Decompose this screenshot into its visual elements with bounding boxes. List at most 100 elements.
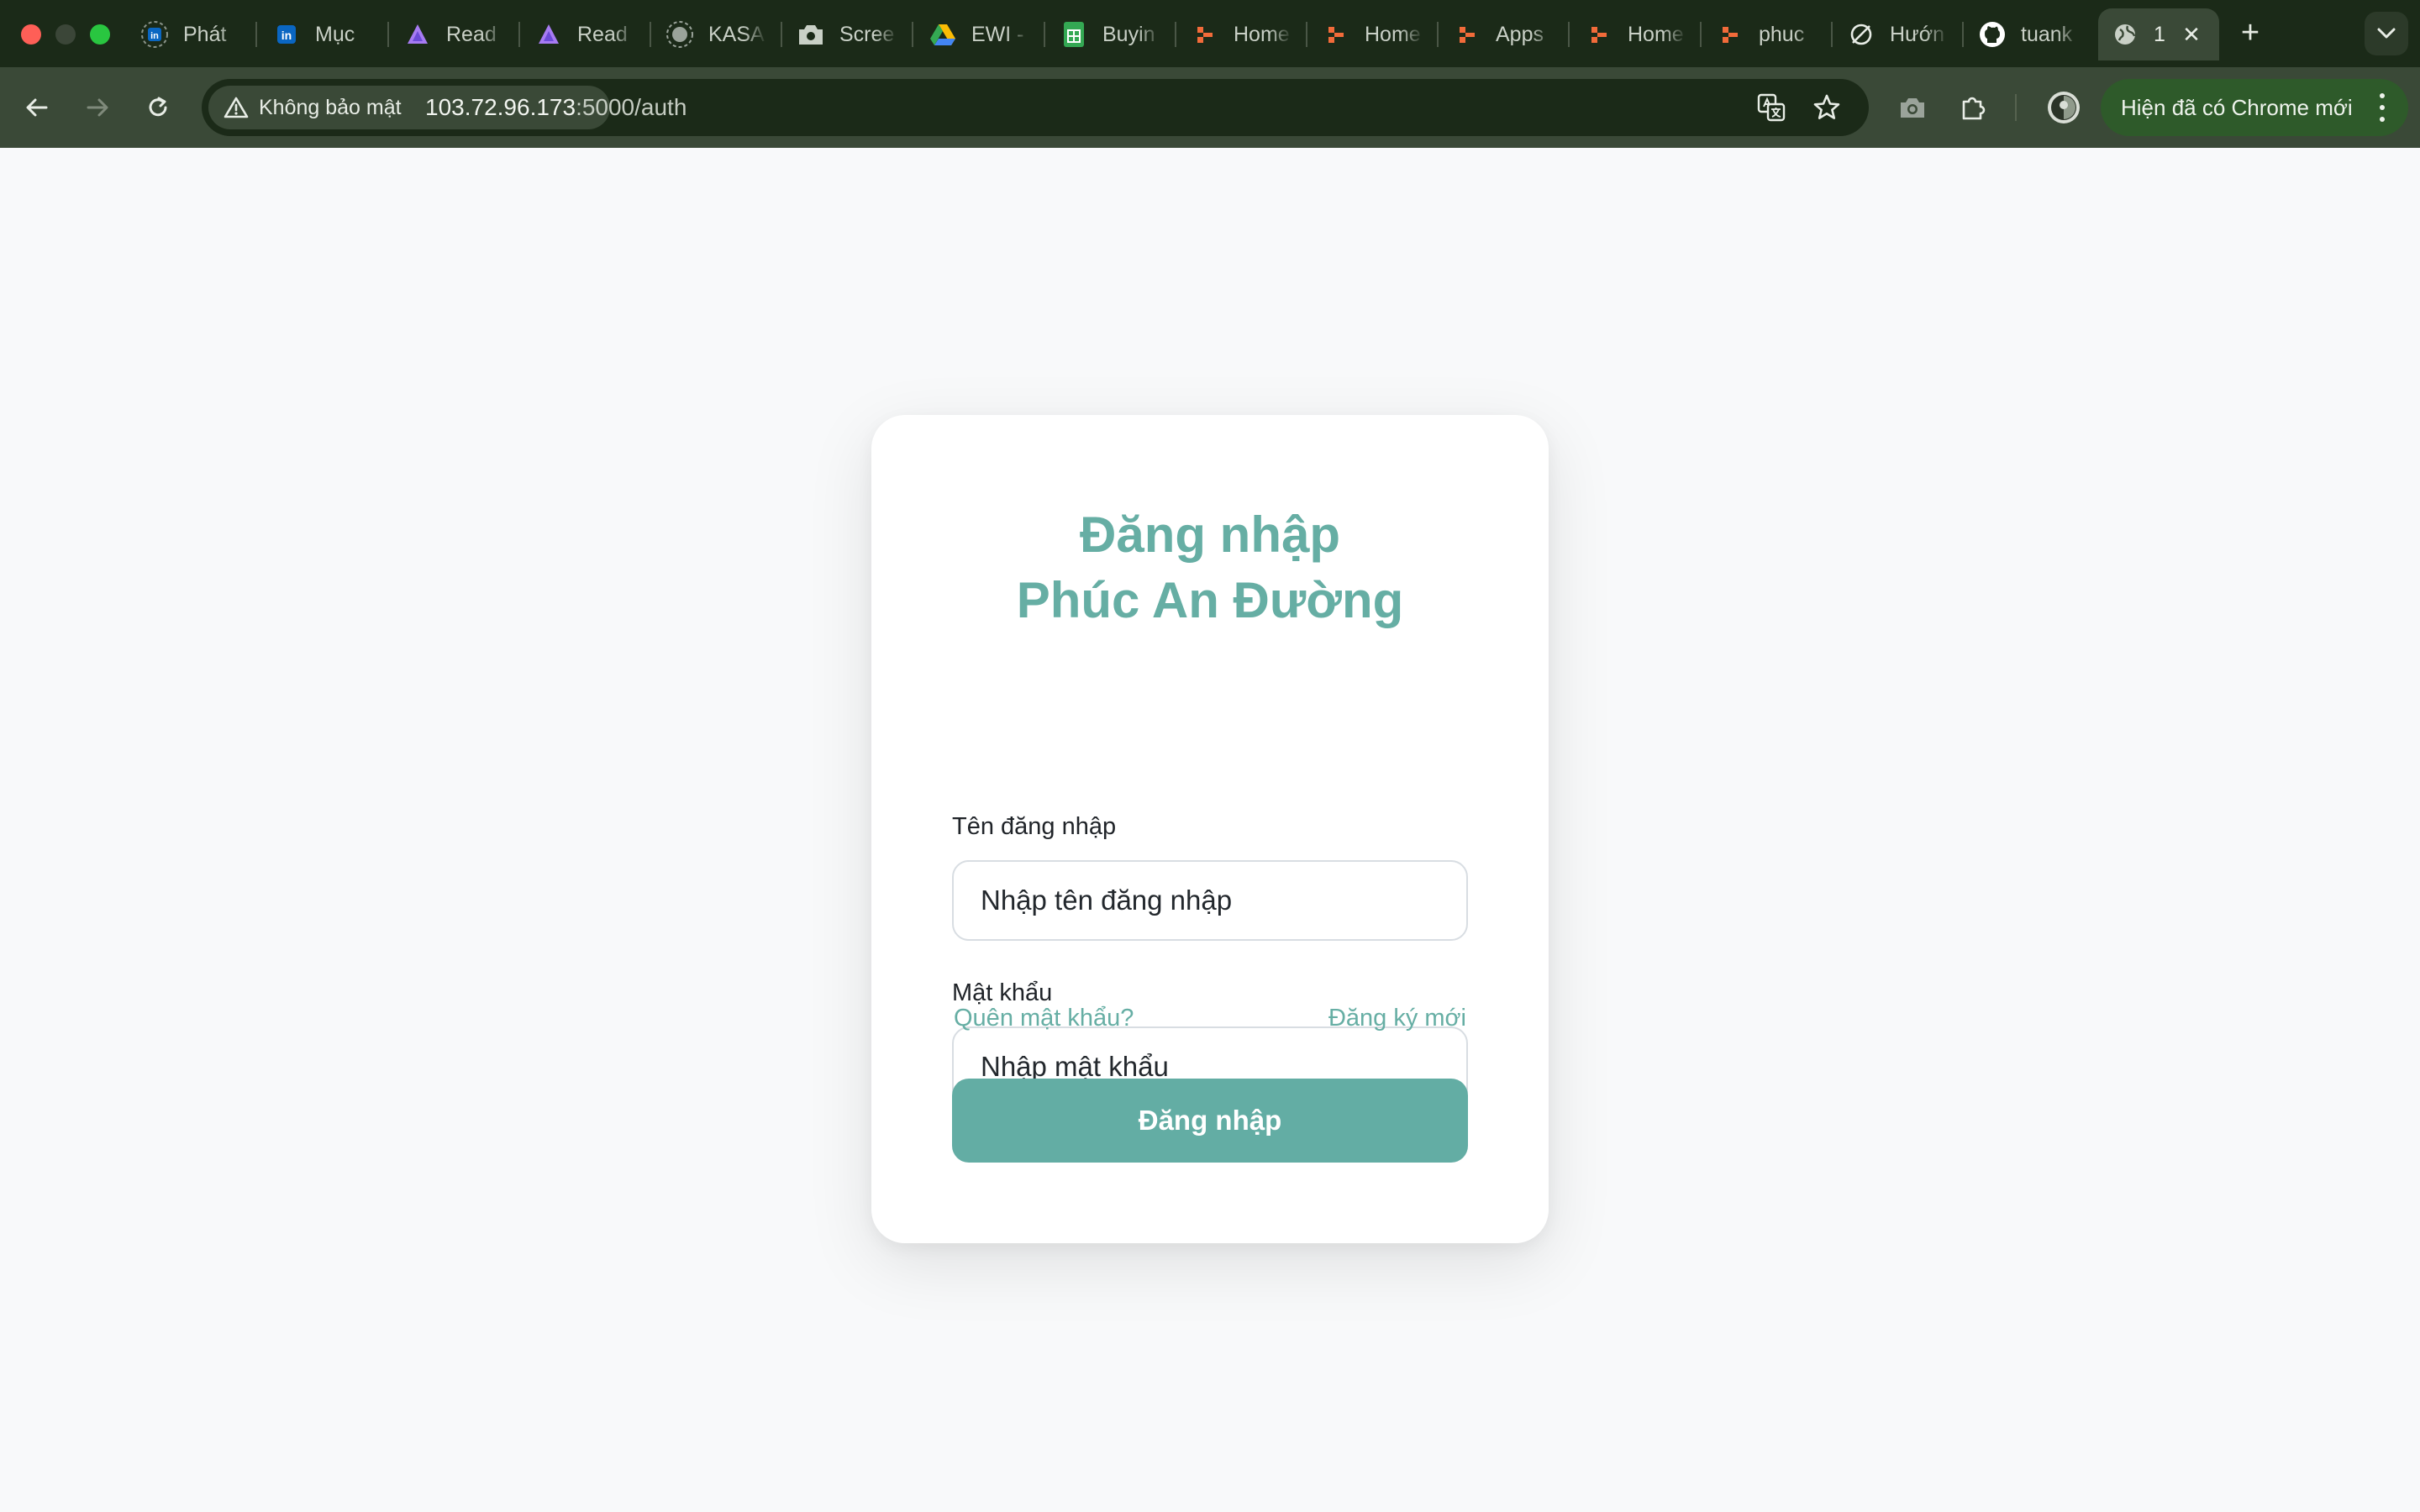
toolbar-divider	[2015, 94, 2017, 121]
tab-label: Scree	[839, 22, 895, 46]
tab-separator	[1962, 22, 1964, 47]
tab-label: 1	[2154, 22, 2165, 46]
globe-icon	[2110, 19, 2140, 50]
chrome-update-button[interactable]: Hiện đã có Chrome mới	[2101, 79, 2408, 136]
no-entry-icon	[1846, 19, 1876, 50]
tab-label: Read	[446, 22, 497, 46]
tab-separator	[255, 22, 257, 47]
page-title: Đăng nhập Phúc An Đường	[871, 502, 1549, 633]
password-label: Mật khẩu	[952, 979, 1053, 1006]
warning-icon	[224, 97, 249, 118]
tab-separator	[912, 22, 913, 47]
google-sheets-icon	[1059, 19, 1089, 50]
browser-toolbar: Không bảo mật 103.72.96.173:5000/auth Hi…	[0, 67, 2420, 148]
profile-avatar-icon	[2048, 92, 2080, 123]
extensions-puzzle-icon[interactable]	[1953, 87, 1993, 128]
tab-label: Read	[577, 22, 628, 46]
back-button[interactable]	[17, 87, 57, 128]
tab-label: EWI -	[971, 22, 1024, 46]
tab-label: Mục	[315, 22, 355, 46]
tab-5[interactable]: KASA	[653, 8, 779, 60]
app-logo-icon	[1584, 19, 1614, 50]
tab-label: Hướn	[1890, 22, 1945, 46]
reload-icon	[149, 97, 167, 117]
tab-label: KASA	[708, 22, 765, 46]
tab-2[interactable]: in Mục	[260, 8, 386, 60]
tab-label: Apps	[1496, 22, 1544, 46]
globe-badge-icon	[665, 19, 695, 50]
linkedin-badge-icon: in	[139, 19, 170, 50]
tab-separator	[1831, 22, 1833, 47]
browser-chrome: in Phát in Mục Read Read KASA Scree EWI - Buyin Ho…	[0, 0, 2420, 148]
username-label: Tên đăng nhập	[952, 813, 1117, 840]
tab-label: phuc	[1759, 22, 1805, 46]
address-bar[interactable]: Không bảo mật 103.72.96.173:5000/auth	[202, 79, 1869, 136]
tab-9[interactable]: Home	[1178, 8, 1304, 60]
chevron-down-icon	[2377, 28, 2396, 39]
tab-6[interactable]: Scree	[784, 8, 910, 60]
google-drive-icon	[928, 19, 958, 50]
tab-separator	[387, 22, 389, 47]
tab-strip: in Phát in Mục Read Read KASA Scree EWI - Buyin Ho…	[0, 0, 2420, 67]
maximize-window-button[interactable]	[90, 24, 110, 45]
svg-text:in: in	[281, 29, 292, 42]
arrow-right-icon	[87, 98, 108, 117]
tab-4[interactable]: Read	[522, 8, 648, 60]
svg-text:in: in	[150, 31, 159, 41]
tab-13[interactable]: phuc	[1703, 8, 1829, 60]
camera-icon	[796, 19, 826, 50]
tab-15[interactable]: tuank	[1965, 8, 2091, 60]
app-logo-icon	[1452, 19, 1482, 50]
title-line-1: Đăng nhập	[1080, 507, 1340, 563]
tab-label: Home	[1628, 22, 1684, 46]
update-label: Hiện đã có Chrome mới	[2121, 94, 2353, 120]
tab-14[interactable]: Hướn	[1834, 8, 1960, 60]
tab-1[interactable]: in Phát	[128, 8, 254, 60]
url-host: 103.72.96.173	[425, 94, 576, 120]
tab-separator	[1175, 22, 1176, 47]
new-tab-button[interactable]: +	[2232, 15, 2269, 52]
tab-10[interactable]: Home	[1309, 8, 1435, 60]
tab-separator	[518, 22, 520, 47]
tab-separator	[781, 22, 782, 47]
tab-separator	[1437, 22, 1439, 47]
minimize-window-button[interactable]	[55, 24, 76, 45]
tab-11[interactable]: Apps	[1440, 8, 1566, 60]
tab-separator	[1568, 22, 1570, 47]
app-logo-icon	[1321, 19, 1351, 50]
login-card: Đăng nhập Phúc An Đường Tên đăng nhập Mậ…	[871, 415, 1549, 1243]
tab-label: Phát	[183, 22, 227, 46]
page-viewport: Đăng nhập Phúc An Đường Tên đăng nhập Mậ…	[0, 148, 2420, 1512]
tab-separator	[1700, 22, 1702, 47]
tab-search-button[interactable]	[2365, 12, 2408, 55]
ai-assistant-icon	[534, 19, 564, 50]
linkedin-icon: in	[271, 19, 302, 50]
title-line-2: Phúc An Đường	[1016, 572, 1404, 628]
github-icon	[1977, 19, 2007, 50]
close-tab-icon[interactable]: ✕	[2179, 22, 2204, 47]
more-vert-icon[interactable]	[2380, 93, 2385, 122]
screenshot-camera-icon[interactable]	[1892, 87, 1933, 128]
bookmark-star-icon[interactable]	[1812, 92, 1842, 123]
tab-separator	[1044, 22, 1045, 47]
reload-button[interactable]	[138, 87, 178, 128]
security-label: Không bảo mật	[259, 95, 402, 119]
forward-button[interactable]	[77, 87, 118, 128]
tab-7[interactable]: EWI -	[916, 8, 1042, 60]
profile-avatar[interactable]	[2044, 87, 2084, 128]
forgot-password-link[interactable]: Quên mật khẩu?	[954, 1005, 1134, 1032]
tab-active[interactable]: 1 ✕	[2098, 8, 2219, 60]
tab-12[interactable]: Home	[1572, 8, 1698, 60]
translate-icon[interactable]	[1756, 92, 1786, 123]
tab-label: Buyin	[1102, 22, 1155, 46]
tab-label: tuank	[2021, 22, 2073, 46]
close-window-button[interactable]	[21, 24, 41, 45]
username-input[interactable]	[952, 860, 1468, 941]
tab-8[interactable]: Buyin	[1047, 8, 1173, 60]
ai-assistant-icon	[402, 19, 433, 50]
login-submit-button[interactable]: Đăng nhập	[952, 1079, 1468, 1163]
url-text[interactable]: 103.72.96.173:5000/auth	[425, 94, 687, 121]
register-link[interactable]: Đăng ký mới	[1328, 1005, 1466, 1032]
tab-3[interactable]: Read	[391, 8, 517, 60]
app-logo-icon	[1715, 19, 1745, 50]
